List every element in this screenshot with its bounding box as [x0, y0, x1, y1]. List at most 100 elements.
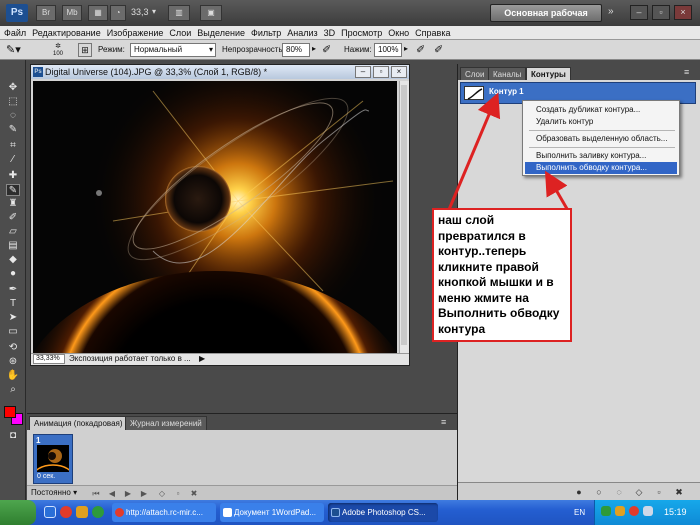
task-wordpad[interactable]: Документ 1WordPad... — [220, 503, 324, 522]
quick-launch-ie-icon[interactable] — [44, 506, 56, 518]
document-minimize-icon[interactable]: – — [355, 66, 371, 78]
menu-layers[interactable]: Слои — [166, 26, 194, 40]
opacity-input[interactable]: 80% — [282, 43, 310, 57]
pressure-slider-icon[interactable]: ▸ — [404, 44, 408, 53]
delete-path-icon[interactable]: ✖ — [674, 487, 684, 497]
eyedropper-tool-icon[interactable]: ⁄ — [6, 154, 20, 166]
tray-icon-antivirus[interactable] — [629, 506, 639, 516]
prev-frame-icon[interactable]: ◀ — [107, 489, 117, 499]
menu-window[interactable]: Окно — [385, 26, 412, 40]
tab-layers[interactable]: Слои — [460, 67, 490, 80]
menu-analysis[interactable]: Анализ — [284, 26, 320, 40]
language-indicator[interactable]: EN — [574, 508, 585, 517]
tab-measurement-log[interactable]: Журнал измерений — [125, 416, 207, 430]
tab-paths[interactable]: Контуры — [526, 67, 571, 80]
gradient-tool-icon[interactable]: ▤ — [6, 240, 20, 252]
menu-item-stroke-path[interactable]: Выполнить обводку контура... — [525, 162, 677, 174]
tween-icon[interactable]: ◇ — [157, 489, 167, 499]
history-brush-tool-icon[interactable]: ✐ — [6, 212, 20, 224]
start-button[interactable] — [0, 500, 36, 525]
frame-delay[interactable]: 0 сек. — [37, 473, 55, 480]
bridge-button[interactable]: Br — [36, 5, 56, 21]
zoom-level[interactable]: 33,3 — [131, 7, 149, 17]
tab-animation[interactable]: Анимация (покадровая) — [29, 416, 128, 430]
menu-image[interactable]: Изображение — [104, 26, 167, 40]
stroke-path-icon[interactable]: ○ — [594, 487, 604, 497]
menu-item-make-selection[interactable]: Образовать выделенную область... — [525, 133, 677, 145]
loop-select[interactable]: Постоянно ▾ — [31, 488, 77, 497]
brush-preset-picker[interactable]: ✲ — [50, 42, 66, 50]
quick-select-tool-icon[interactable]: ✎ — [6, 124, 20, 136]
panel-menu-icon[interactable]: ≡ — [684, 67, 689, 77]
animation-panel-menu-icon[interactable]: ≡ — [441, 417, 446, 427]
menu-file[interactable]: Файл — [0, 26, 29, 40]
tablet-opacity-icon[interactable]: ✐ — [322, 43, 331, 56]
task-browser[interactable]: http://attach.rc-mir.c... — [112, 503, 216, 522]
quick-launch-skype-icon[interactable] — [92, 506, 104, 518]
scrollbar-thumb[interactable] — [401, 85, 407, 345]
workspace-button[interactable]: Основная рабочая среда — [490, 4, 602, 34]
pressure-input[interactable]: 100% — [374, 43, 402, 57]
menu-item-fill-path[interactable]: Выполнить заливку контура... — [525, 150, 677, 162]
tab-channels[interactable]: Каналы — [488, 67, 527, 80]
eraser-tool-icon[interactable]: ▱ — [6, 226, 20, 238]
menu-item-duplicate-path[interactable]: Создать дубликат контура... — [525, 104, 677, 116]
tablet-size-icon[interactable]: ✐ — [434, 43, 443, 56]
quick-launch-folder-icon[interactable] — [76, 506, 88, 518]
document-zoom-field[interactable]: 33,33% — [33, 354, 65, 364]
fill-path-icon[interactable]: ● — [574, 487, 584, 497]
brush-panel-icon[interactable]: ⊞ — [78, 43, 92, 57]
document-restore-icon[interactable]: ▫ — [373, 66, 389, 78]
quick-launch-opera-icon[interactable] — [60, 506, 72, 518]
tray-icon-update[interactable] — [615, 506, 625, 516]
task-photoshop[interactable]: Adobe Photoshop CS... — [328, 503, 438, 522]
menu-help[interactable]: Справка — [412, 26, 453, 40]
move-tool-icon[interactable]: ✥ — [6, 82, 20, 94]
3d-orbit-tool-icon[interactable]: ⊛ — [6, 356, 20, 368]
arrange-documents-button[interactable]: ▥ — [168, 5, 190, 21]
menu-3d[interactable]: 3D — [321, 26, 339, 40]
menu-view[interactable]: Просмотр — [338, 26, 385, 40]
brush-tool-icon[interactable]: ✎▾ — [6, 43, 28, 57]
play-icon[interactable]: ▶ — [123, 489, 133, 499]
document-close-icon[interactable]: × — [391, 66, 407, 78]
brush-tool-icon-active[interactable]: ✎ — [6, 184, 20, 196]
hand-zoom-button[interactable]: ◔ — [110, 5, 126, 21]
quick-mask-icon[interactable]: ◘ — [6, 430, 20, 442]
tray-icon-volume[interactable] — [643, 506, 653, 516]
zoom-dropdown-icon[interactable]: ▾ — [152, 7, 156, 16]
view-extras-button[interactable]: ▦ — [88, 5, 108, 21]
make-work-path-icon[interactable]: ◇ — [634, 487, 644, 497]
delete-frame-icon[interactable]: ✖ — [189, 489, 199, 499]
status-menu-arrow-icon[interactable]: ▶ — [199, 354, 205, 363]
first-frame-icon[interactable]: ⏮ — [91, 489, 101, 499]
path-select-tool-icon[interactable]: ➤ — [6, 312, 20, 324]
menu-filter[interactable]: Фильтр — [248, 26, 284, 40]
next-frame-icon[interactable]: ▶ — [139, 489, 149, 499]
load-selection-icon[interactable]: ◌ — [614, 487, 624, 497]
minimize-icon[interactable]: – — [630, 5, 648, 20]
blur-tool-icon[interactable]: ◆ — [6, 254, 20, 266]
type-tool-icon[interactable]: T — [6, 298, 20, 310]
crop-tool-icon[interactable]: ⌗ — [6, 140, 20, 152]
new-path-icon[interactable]: ▫ — [654, 487, 664, 497]
3d-rotate-tool-icon[interactable]: ⟲ — [6, 342, 20, 354]
marquee-tool-icon[interactable]: ⬚ — [6, 96, 20, 108]
tray-icon-network[interactable] — [601, 506, 611, 516]
image-canvas[interactable] — [33, 81, 397, 353]
menu-select[interactable]: Выделение — [194, 26, 248, 40]
close-icon[interactable]: × — [674, 5, 692, 20]
more-workspaces-icon[interactable]: » — [608, 6, 614, 17]
lasso-tool-icon[interactable]: ◌ — [6, 110, 20, 122]
animation-frame[interactable]: 1 0 сек. — [33, 434, 73, 484]
opacity-slider-icon[interactable]: ▸ — [312, 44, 316, 53]
stamp-tool-icon[interactable]: ♜ — [6, 198, 20, 210]
screen-mode-button[interactable]: ▣ — [200, 5, 222, 21]
healing-tool-icon[interactable]: ✚ — [6, 170, 20, 182]
duplicate-frame-icon[interactable]: ▫ — [173, 489, 183, 499]
shape-tool-icon[interactable]: ▭ — [6, 326, 20, 338]
pen-tool-icon[interactable]: ✒ — [6, 284, 20, 296]
minibridge-button[interactable]: Mb — [62, 5, 82, 21]
dodge-tool-icon[interactable]: ● — [6, 268, 20, 280]
mode-select[interactable]: Нормальный ▾ — [130, 43, 216, 57]
